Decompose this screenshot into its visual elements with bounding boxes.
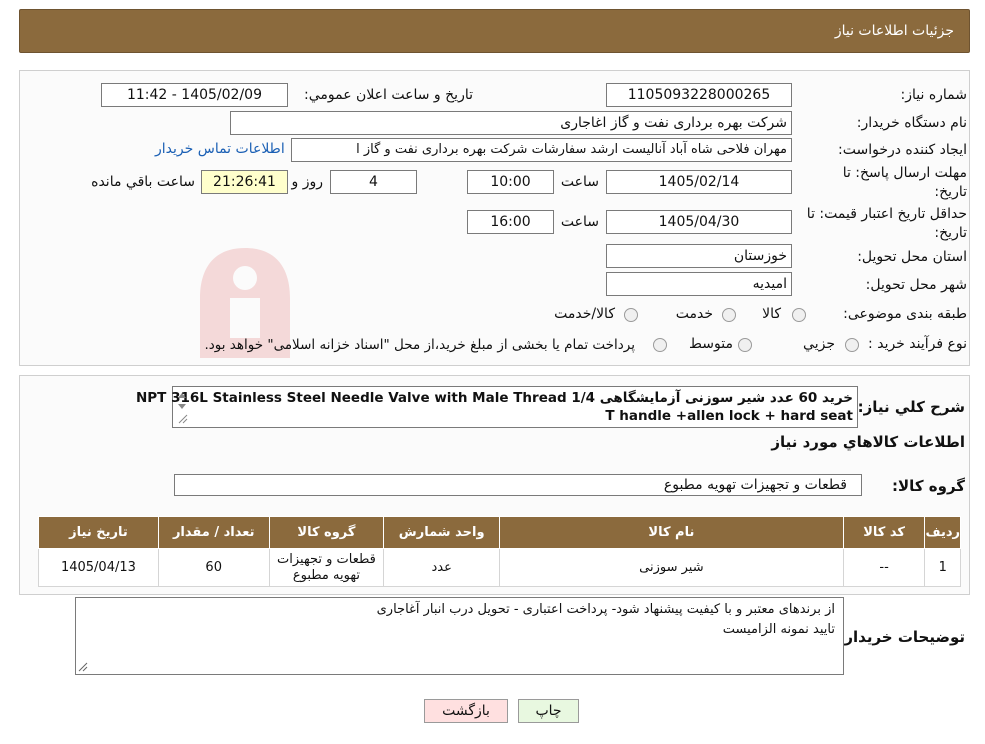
- table-row[interactable]: 1 -- شیر سوزنی عدد قطعات و تجهيزات تهويه…: [38, 548, 961, 587]
- buyer-field[interactable]: شرکت بهره برداری نفت و گاز اغاجاری: [230, 111, 792, 135]
- col-qty: تعداد / مقدار: [157, 516, 270, 549]
- summary-line-2: T handle +allen lock + hard seat: [605, 408, 853, 424]
- notes-textarea[interactable]: از برندهای معتبر و با کیفیت پیشنهاد شود-…: [75, 597, 844, 675]
- days-label: روز و: [291, 174, 324, 190]
- category-radio-goods[interactable]: [792, 308, 806, 322]
- summary-line-1: خرید 60 عدد شیر سوزنی آزمایشگاهی NPT 316…: [135, 390, 853, 406]
- remaining-time-field: 21:26:41: [201, 170, 288, 194]
- notes-line-1: از برندهای معتبر و با کیفیت پیشنهاد شود-…: [376, 602, 835, 617]
- process-radio-treasury[interactable]: [653, 338, 667, 352]
- deadline-time-label: ساعت: [560, 174, 599, 190]
- city-field[interactable]: امیدیه: [606, 272, 792, 296]
- cell-code: --: [842, 548, 926, 587]
- process-label: نوع فرآيند خريد :: [868, 336, 967, 352]
- summary-textarea[interactable]: خرید 60 عدد شیر سوزنی آزمایشگاهی NPT 316…: [136, 386, 858, 428]
- process-option-medium: متوسط: [689, 336, 733, 352]
- cell-name: شیر سوزنی: [499, 548, 844, 587]
- page-header: جزئيات اطلاعات نياز: [19, 9, 970, 53]
- cell-unit: عدد: [383, 548, 501, 587]
- days-field[interactable]: 4: [330, 170, 417, 194]
- announce-field[interactable]: 1405/02/09 - 11:42: [101, 83, 288, 107]
- back-button[interactable]: بازگشت: [424, 699, 508, 723]
- validity-label-1: حداقل تاريخ اعتبار قيمت: تا: [806, 206, 967, 222]
- col-group: گروه كالا: [268, 516, 385, 549]
- col-row: رديف: [924, 516, 961, 549]
- cell-row: 1: [924, 548, 961, 587]
- col-date: تاريخ نياز: [38, 516, 159, 549]
- buyer-contact-link[interactable]: اطلاعات تماس خريدار: [155, 141, 285, 157]
- page-title: جزئيات اطلاعات نياز: [834, 23, 954, 39]
- resize-grip-icon[interactable]: [78, 662, 88, 672]
- goods-group-value: قطعات و تجهیزات تهویه مطبوع: [663, 477, 847, 493]
- buyer-label: نام دستگاه خريدار:: [856, 115, 967, 131]
- deadline-date-field[interactable]: 1405/02/14: [606, 170, 792, 194]
- province-field[interactable]: خوزستان: [606, 244, 792, 268]
- summary-label: شرح كلي نياز:: [857, 398, 965, 416]
- need-number-field[interactable]: 1105093228000265: [606, 83, 792, 107]
- table-header-row: رديف كد كالا نام كالا واحد شمارش گروه كا…: [38, 516, 961, 549]
- col-code: كد كالا: [842, 516, 926, 549]
- process-option-minor: جزيي: [803, 336, 835, 352]
- notes-line-2: تایید نمونه الزامیست: [722, 622, 835, 637]
- print-button[interactable]: چاپ: [518, 699, 579, 723]
- process-note: پرداخت تمام يا بخشی از مبلغ خريد،از محل …: [204, 337, 635, 353]
- col-unit: واحد شمارش: [383, 516, 501, 549]
- creator-label: ايجاد کننده درخواست:: [838, 142, 967, 158]
- items-table: رديف كد كالا نام كالا واحد شمارش گروه كا…: [38, 516, 961, 587]
- category-label: طبقه بندی موضوعی:: [843, 306, 967, 322]
- announce-label: تاريخ و ساعت اعلان عمومي:: [304, 87, 473, 103]
- category-option-goods: کالا: [762, 306, 781, 322]
- process-radio-medium[interactable]: [738, 338, 752, 352]
- cell-qty: 60: [157, 548, 270, 587]
- deadline-time-field[interactable]: 10:00: [467, 170, 554, 194]
- need-number-label: شماره نیاز:: [900, 87, 968, 103]
- category-radio-both[interactable]: [624, 308, 638, 322]
- deadline-label-2: تاريخ:: [934, 184, 967, 200]
- goods-group-field[interactable]: قطعات و تجهیزات تهویه مطبوع: [174, 474, 862, 496]
- city-label: شهر محل تحويل:: [865, 277, 967, 293]
- validity-time-label: ساعت: [560, 214, 599, 230]
- category-radio-service[interactable]: [722, 308, 736, 322]
- deadline-label-1: مهلت ارسال پاسخ: تا: [842, 165, 967, 181]
- notes-label: توضيحات خريدار:: [838, 628, 965, 646]
- province-label: استان محل تحويل:: [857, 249, 967, 265]
- validity-label-2: تاريخ:: [934, 225, 967, 241]
- process-radio-minor[interactable]: [845, 338, 859, 352]
- col-name: نام كالا: [499, 516, 844, 549]
- scroll-arrows-icon[interactable]: [175, 389, 189, 425]
- category-option-both: کالا/خدمت: [554, 306, 615, 322]
- cell-group: قطعات و تجهيزات تهويه مطبوع: [268, 548, 385, 587]
- cell-date: 1405/04/13: [38, 548, 159, 587]
- validity-date-field[interactable]: 1405/04/30: [606, 210, 792, 234]
- creator-field[interactable]: مهران فلاحی شاه آباد آنالیست ارشد سفارشا…: [291, 138, 792, 162]
- items-table-wrap: رديف كد كالا نام كالا واحد شمارش گروه كا…: [38, 516, 961, 587]
- goods-section-title: اطلاعات كالاهاي مورد نياز: [771, 433, 965, 451]
- goods-group-label: گروه كالا:: [892, 477, 965, 495]
- category-option-service: خدمت: [675, 306, 713, 322]
- remaining-label: ساعت باقي مانده: [91, 174, 195, 190]
- validity-time-field[interactable]: 16:00: [467, 210, 554, 234]
